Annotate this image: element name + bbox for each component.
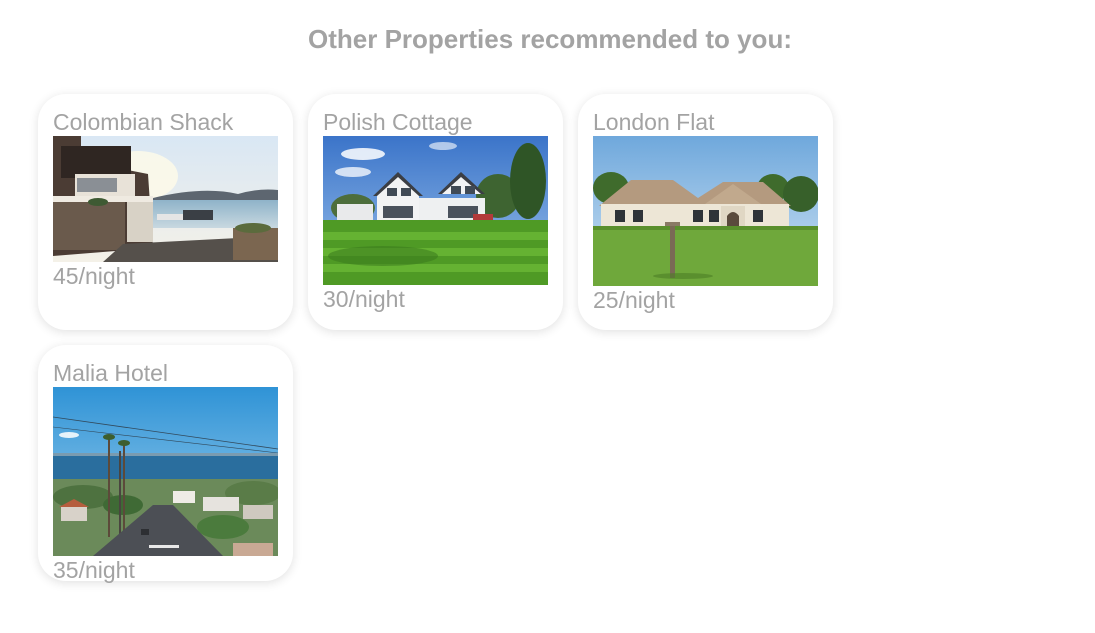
page-title: Other Properties recommended to you: [308,24,792,54]
property-card-malia-hotel[interactable]: Malia Hotel 35/night [38,345,293,583]
seaside-terrace-house-photo [53,136,278,262]
property-name: Malia Hotel [53,360,169,386]
property-price: 25/night [593,287,675,313]
property-price: 35/night [53,557,135,583]
property-card-london-flat[interactable]: London Flat 25/night [578,94,833,330]
property-price: 30/night [323,286,405,312]
property-card-polish-cottage[interactable]: Polish Cottage 30/night [308,94,563,330]
property-price: 45/night [53,263,135,289]
property-name: Polish Cottage [323,109,473,135]
single-story-house-lawn-photo [593,136,818,286]
property-name: London Flat [593,109,715,135]
property-name: Colombian Shack [53,109,234,135]
property-card-colombian-shack[interactable]: Colombian Shack 45/night [38,94,293,330]
gabled-white-cottage-photo [323,136,548,285]
coastal-town-street-photo [53,387,278,556]
